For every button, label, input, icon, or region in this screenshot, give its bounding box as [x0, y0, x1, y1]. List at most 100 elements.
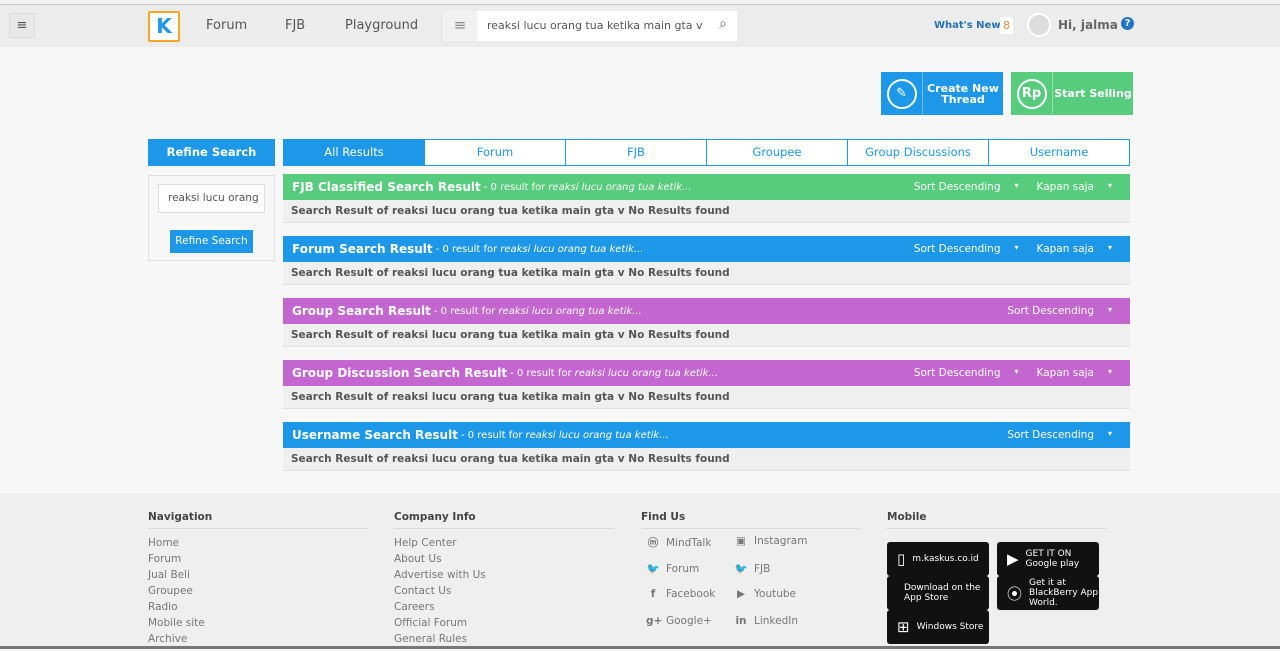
search-icon[interactable]: ⌕: [719, 16, 727, 32]
social-link[interactable]: 🐦 FJB: [734, 562, 770, 575]
result-count: - 0 result for: [433, 305, 496, 317]
twitter-icon: 🐦: [734, 562, 748, 575]
chevron-down-icon[interactable]: ▾: [1108, 243, 1112, 255]
result-tabs: All Results Forum FJB Groupee Group Disc…: [283, 139, 1130, 166]
footer-mobile: Mobile ▯ m.kaskus.co.id ▶ GET IT ON Google …: [887, 511, 1107, 651]
search-result-section: Forum Search Result - 0 result for reaksi …: [283, 236, 1130, 285]
nav-fjb[interactable]: FJB: [285, 18, 305, 33]
social-link[interactable]: f Facebook: [646, 588, 716, 600]
mindtalk-icon: ⓜ: [647, 537, 659, 549]
pencil-icon: ✎: [886, 78, 917, 109]
section-body: Search Result of reaksi lucu orang tua k…: [283, 324, 1130, 347]
footer-heading: Mobile: [887, 511, 1107, 529]
sort-dropdown[interactable]: Sort Descending: [1007, 429, 1094, 441]
footer-heading: Find Us: [641, 511, 861, 529]
footer-link[interactable]: Groupee: [148, 583, 368, 599]
tab-all-results[interactable]: All Results: [283, 139, 425, 166]
google-play-badge[interactable]: ▶ GET IT ON Google play: [997, 542, 1099, 576]
footer-link[interactable]: Careers: [394, 599, 614, 615]
search-category-menu-icon[interactable]: ≡: [443, 11, 477, 41]
refine-search-button[interactable]: Refine Search: [170, 230, 253, 253]
chevron-down-icon[interactable]: ▾: [1014, 243, 1018, 255]
kaskus-logo[interactable]: K: [148, 11, 180, 42]
tab-groupee[interactable]: Groupee: [707, 139, 848, 166]
store-label: Get it at BlackBerry App World.: [1029, 578, 1099, 608]
section-header: Group Discussion Search Result - 0 result…: [283, 360, 1130, 386]
footer-link[interactable]: Archive: [148, 631, 368, 647]
social-label: Youtube: [754, 588, 796, 600]
tab-group-discussions[interactable]: Group Discussions: [848, 139, 989, 166]
search-result-section: Group Search Result - 0 result for reaksi …: [283, 298, 1130, 347]
nav-forum[interactable]: Forum: [206, 18, 247, 33]
sort-dropdown[interactable]: Sort Descending: [914, 181, 1001, 193]
sort-dropdown[interactable]: Sort Descending: [914, 243, 1001, 255]
sort-dropdown[interactable]: Sort Descending: [1007, 305, 1094, 317]
tab-forum[interactable]: Forum: [425, 139, 566, 166]
social-link[interactable]: g+ Google+: [646, 615, 712, 627]
footer-link[interactable]: Advertise with Us: [394, 567, 614, 583]
user-greeting[interactable]: Hi, jalma: [1058, 18, 1118, 32]
section-body: Search Result of reaksi lucu orang tua k…: [283, 262, 1130, 285]
footer-link[interactable]: Mobile site: [148, 615, 368, 631]
social-label: LinkedIn: [754, 614, 799, 627]
create-thread-button[interactable]: ✎ Create New Thread: [881, 72, 1003, 115]
social-link[interactable]: ⓜ MindTalk: [646, 535, 712, 550]
nav-playground[interactable]: Playground: [345, 18, 418, 33]
app-store-badge[interactable]: Download on the App Store: [887, 576, 989, 610]
search-result-section: Group Discussion Search Result - 0 result…: [283, 360, 1130, 409]
social-link[interactable]: 🐦 Forum: [646, 562, 699, 575]
footer-link[interactable]: Home: [148, 535, 368, 551]
tab-fjb[interactable]: FJB: [566, 139, 707, 166]
menu-button[interactable]: ≡: [9, 13, 35, 38]
start-selling-button[interactable]: Rp Start Selling: [1011, 72, 1133, 115]
rupiah-icon: Rp: [1016, 78, 1047, 109]
chevron-down-icon[interactable]: ▾: [1108, 367, 1112, 379]
search-bar: ≡ reaksi lucu orang tua ketika main gta …: [443, 11, 737, 41]
footer-link[interactable]: About Us: [394, 551, 614, 567]
chevron-down-icon[interactable]: ▾: [1014, 367, 1018, 379]
social-link[interactable]: ▣ Instagram: [734, 535, 807, 547]
time-dropdown[interactable]: Kapan saja: [1037, 367, 1094, 379]
footer-link[interactable]: Help Center: [394, 535, 614, 551]
avatar[interactable]: [1027, 13, 1051, 37]
chevron-down-icon[interactable]: ▾: [1108, 429, 1112, 441]
store-icon: ⊞: [897, 618, 910, 636]
social-label: FJB: [754, 562, 771, 575]
notification-badge[interactable]: 8: [1000, 17, 1013, 34]
footer-link[interactable]: Forum: [148, 551, 368, 567]
social-link[interactable]: in LinkedIn: [734, 615, 798, 627]
start-selling-label: Start Selling: [1054, 87, 1132, 100]
section-header: Forum Search Result - 0 result for reaksi …: [283, 236, 1130, 262]
search-result-section: Username Search Result - 0 result for reak…: [283, 422, 1130, 471]
footer-link[interactable]: Radio: [148, 599, 368, 615]
tab-username[interactable]: Username: [989, 139, 1130, 166]
blackberry-badge[interactable]: ⦿ Get it at BlackBerry App World.: [997, 576, 1099, 610]
whats-new-link[interactable]: What's New?: [934, 20, 1006, 31]
footer-link[interactable]: Jual Beli: [148, 567, 368, 583]
footer-link[interactable]: Contact Us: [394, 583, 614, 599]
mobile-site-badge[interactable]: ▯ m.kaskus.co.id: [887, 542, 989, 576]
section-header: FJB Classified Search Result - 0 result f…: [283, 174, 1130, 200]
time-dropdown[interactable]: Kapan saja: [1037, 243, 1094, 255]
footer-company-info: Company Info Help Center About Us Advertis…: [394, 511, 614, 647]
chevron-down-icon[interactable]: ▾: [1014, 181, 1018, 193]
result-query: reaksi lucu orang tua ketik...: [498, 305, 642, 317]
time-dropdown[interactable]: Kapan saja: [1037, 181, 1094, 193]
sort-dropdown[interactable]: Sort Descending: [914, 367, 1001, 379]
social-label: Instagram: [754, 535, 808, 547]
section-header: Username Search Result - 0 result for reak…: [283, 422, 1130, 448]
social-label: Google+: [666, 614, 712, 627]
footer-link[interactable]: Official Forum: [394, 615, 614, 631]
help-icon[interactable]: ?: [1121, 17, 1134, 30]
search-input[interactable]: reaksi lucu orang tua ketika main gta v: [487, 19, 703, 32]
social-link[interactable]: ▶ Youtube: [734, 588, 796, 600]
chevron-down-icon[interactable]: ▾: [1108, 181, 1112, 193]
footer-link[interactable]: General Rules: [394, 631, 614, 647]
windows-store-badge[interactable]: ⊞ Windows Store: [887, 610, 989, 644]
refine-search-input[interactable]: reaksi lucu orang: [158, 184, 265, 213]
googleplus-icon: g+: [646, 614, 663, 627]
chevron-down-icon[interactable]: ▾: [1108, 305, 1112, 317]
search-result-section: FJB Classified Search Result - 0 result f…: [283, 174, 1130, 223]
section-title: Forum Search Result: [292, 242, 433, 256]
result-query: reaksi lucu orang tua ketik...: [525, 429, 669, 441]
